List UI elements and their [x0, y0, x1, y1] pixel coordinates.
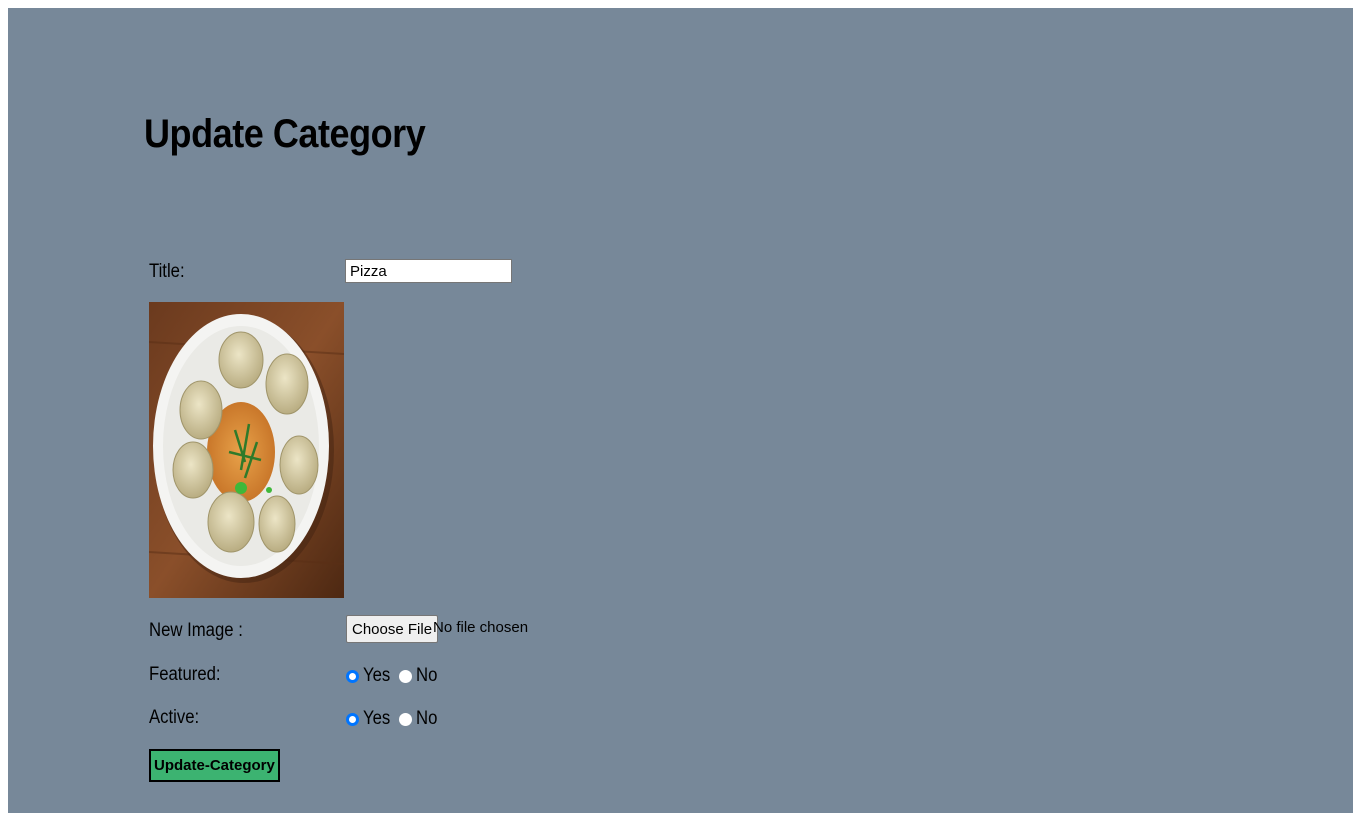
active-no-radio[interactable] — [399, 712, 412, 726]
active-yes-radio[interactable] — [346, 712, 359, 726]
page-container: Update Category Title: Pizza New Image:… — [8, 8, 1353, 813]
active-no-label: No — [416, 708, 438, 729]
title-input[interactable] — [345, 259, 512, 283]
featured-no-label: No — [416, 665, 438, 686]
featured-yes-label: Yes — [363, 665, 391, 686]
choose-file-button[interactable]: Choose File — [346, 615, 439, 643]
category-image — [149, 302, 344, 598]
active-label: Active: — [149, 707, 200, 728]
featured-yes-radio[interactable] — [346, 669, 359, 683]
featured-radio-group: Yes No — [346, 665, 445, 687]
active-radio-group: Yes No — [346, 708, 445, 730]
featured-no-radio[interactable] — [399, 669, 412, 683]
new-image-label: New Image : — [149, 620, 243, 641]
active-yes-label: Yes — [363, 708, 391, 729]
page-title: Update Category — [144, 112, 426, 156]
featured-label: Featured: — [149, 664, 221, 685]
update-category-button[interactable]: Update-Category — [149, 749, 280, 782]
title-label: Title: — [149, 261, 185, 282]
file-status-text: No file chosen — [433, 619, 529, 636]
